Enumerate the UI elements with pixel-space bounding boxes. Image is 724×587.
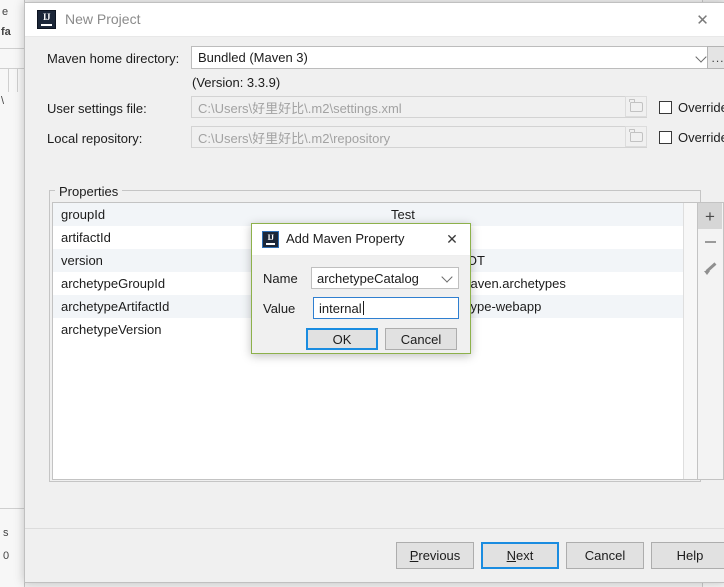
plus-icon: + bbox=[705, 206, 715, 226]
help-button[interactable]: Help bbox=[651, 542, 724, 569]
folder-icon bbox=[629, 129, 643, 142]
user-settings-override-label: Override bbox=[678, 100, 724, 115]
window-titlebar: IJ New Project ✕ bbox=[25, 3, 724, 37]
background-divider-3 bbox=[0, 508, 24, 509]
dialog-title: Add Maven Property bbox=[286, 231, 405, 246]
intellij-logo-icon: IJ bbox=[37, 10, 56, 29]
background-fragment-e: e bbox=[2, 6, 9, 18]
edit-property-button[interactable] bbox=[698, 255, 722, 281]
property-name-label: Name bbox=[263, 271, 298, 286]
user-settings-field[interactable]: C:\Users\好里好比\.m2\settings.xml bbox=[191, 96, 647, 118]
background-vline-2 bbox=[17, 68, 18, 92]
screen-root: e fa \ s 0 x t IJ bbox=[0, 0, 724, 587]
local-repository-field[interactable]: C:\Users\好里好比\.m2\repository bbox=[191, 126, 647, 148]
local-repository-override-label: Override bbox=[678, 130, 724, 145]
background-vline-1 bbox=[8, 68, 9, 92]
background-fragment-fa: fa bbox=[1, 26, 11, 38]
page-title: New Project bbox=[65, 11, 141, 27]
add-maven-property-dialog: IJ Add Maven Property ✕ Name archetypeCa… bbox=[251, 223, 471, 354]
pencil-icon bbox=[703, 262, 717, 275]
local-repository-override-checkbox[interactable]: Override bbox=[659, 130, 724, 145]
local-repository-browse-icon[interactable] bbox=[625, 126, 647, 147]
user-settings-browse-icon[interactable] bbox=[625, 96, 647, 117]
background-divider-2 bbox=[0, 68, 24, 69]
add-property-button[interactable]: + bbox=[698, 203, 722, 229]
local-repository-label: Local repository: bbox=[47, 131, 143, 146]
intellij-logo-bar bbox=[266, 243, 275, 245]
dialog-ok-button[interactable]: OK bbox=[306, 328, 378, 350]
folder-icon bbox=[629, 99, 643, 112]
next-button[interactable]: Next bbox=[481, 542, 559, 569]
maven-home-value: Bundled (Maven 3) bbox=[198, 50, 308, 65]
previous-button-key: P bbox=[409, 548, 419, 563]
close-icon[interactable]: ✕ bbox=[680, 3, 724, 36]
maven-home-browse-button[interactable]: ... bbox=[707, 46, 724, 69]
maven-version-note: (Version: 3.3.9) bbox=[192, 75, 281, 90]
maven-home-combo[interactable]: Bundled (Maven 3) bbox=[191, 46, 713, 69]
background-divider-1 bbox=[0, 48, 24, 49]
remove-property-button[interactable] bbox=[698, 229, 722, 255]
background-left-panel bbox=[0, 0, 25, 587]
intellij-logo-text: IJ bbox=[267, 233, 274, 242]
dialog-close-icon[interactable]: ✕ bbox=[438, 224, 466, 255]
window-footer: Previous Next Cancel Help bbox=[25, 528, 724, 582]
previous-button-label: revious bbox=[418, 548, 461, 563]
intellij-logo-bar bbox=[41, 24, 52, 26]
cancel-button[interactable]: Cancel bbox=[566, 542, 644, 569]
properties-toolbar: + bbox=[698, 202, 724, 480]
properties-group-title: Properties bbox=[55, 184, 123, 199]
next-button-key: N bbox=[506, 548, 517, 563]
minus-icon bbox=[704, 241, 716, 243]
text-caret bbox=[362, 301, 364, 315]
dialog-cancel-button[interactable]: Cancel bbox=[385, 328, 457, 350]
checkbox-box bbox=[659, 131, 672, 144]
checkbox-box bbox=[659, 101, 672, 114]
chevron-down-icon bbox=[441, 271, 453, 283]
background-fragment-slash: \ bbox=[1, 95, 5, 107]
background-fragment-s: s bbox=[3, 527, 9, 539]
background-fragment-zero: 0 bbox=[3, 550, 10, 562]
user-settings-label: User settings file: bbox=[47, 101, 147, 116]
properties-table-scrollbar[interactable] bbox=[683, 203, 697, 479]
property-value-label: Value bbox=[263, 301, 296, 316]
property-name-combo[interactable]: archetypeCatalog bbox=[311, 267, 459, 289]
user-settings-override-checkbox[interactable]: Override bbox=[659, 100, 724, 115]
chevron-down-icon bbox=[695, 50, 707, 63]
property-value-text: internal bbox=[319, 300, 362, 316]
property-name-value: archetypeCatalog bbox=[317, 270, 419, 286]
next-button-label: ext bbox=[516, 548, 534, 563]
intellij-logo-text: IJ bbox=[42, 12, 51, 22]
maven-home-label: Maven home directory: bbox=[47, 51, 180, 66]
dialog-titlebar: IJ Add Maven Property ✕ bbox=[252, 224, 470, 256]
intellij-logo-icon: IJ bbox=[262, 231, 279, 248]
property-value-input[interactable]: internal bbox=[313, 297, 459, 319]
previous-button[interactable]: Previous bbox=[396, 542, 474, 569]
dialog-body: Name archetypeCatalog Value internal OK … bbox=[252, 256, 470, 355]
